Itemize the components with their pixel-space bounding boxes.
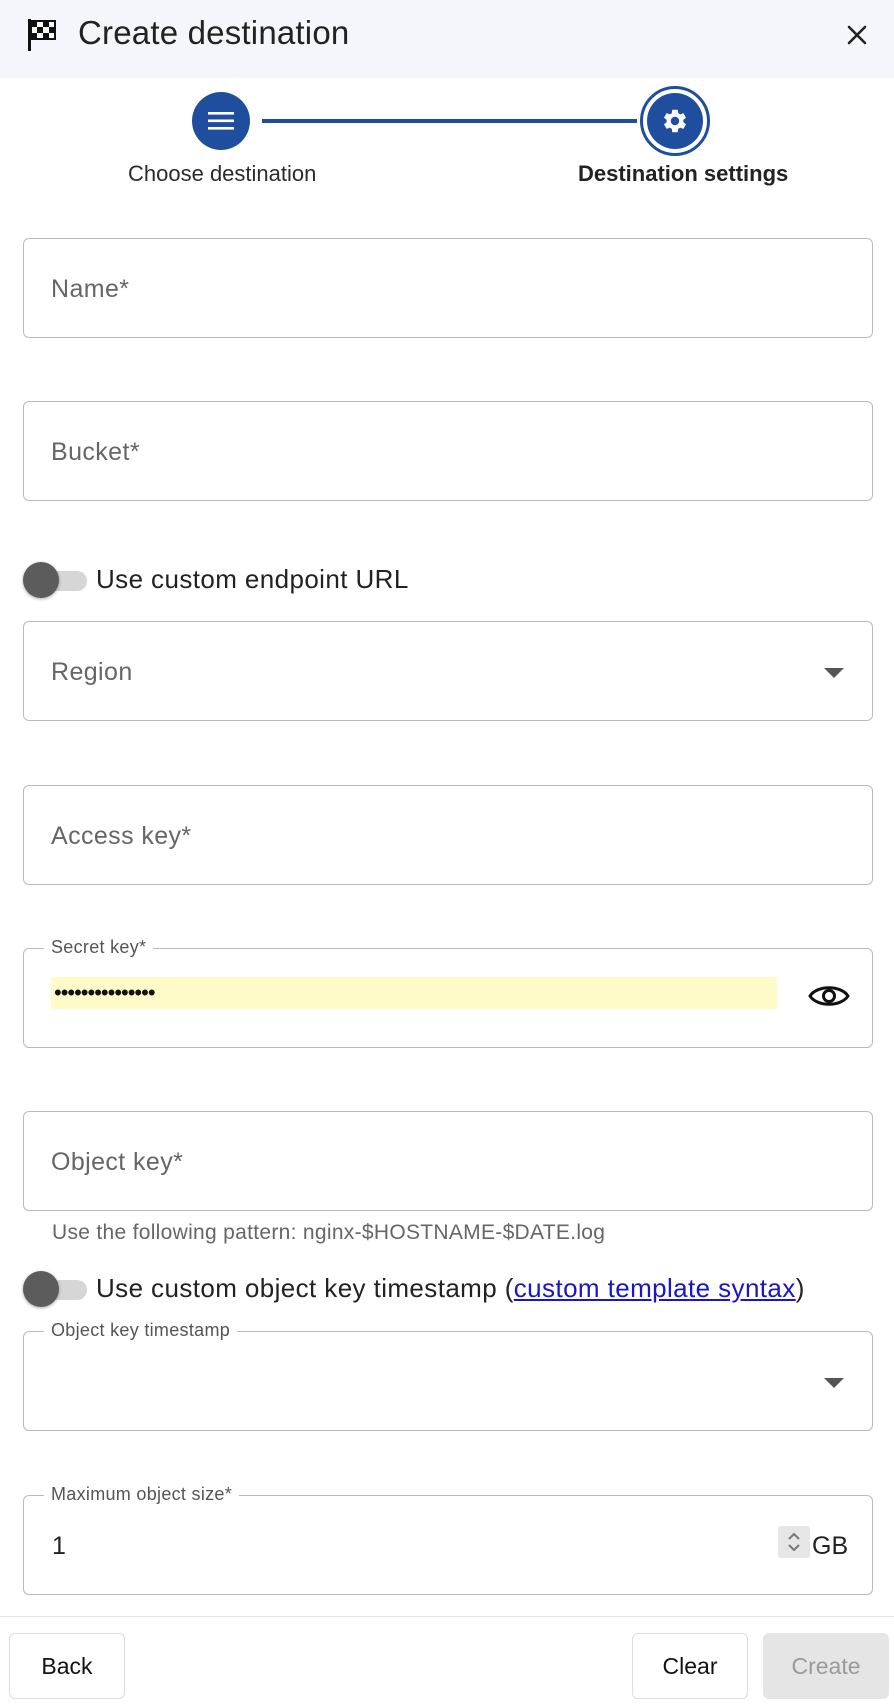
max-object-size-field[interactable]: Maximum object size* 1 GB [23,1484,873,1595]
chevron-down-icon [824,1378,844,1388]
secret-key-value[interactable]: ••••••••••••••• [54,977,156,1009]
custom-endpoint-label: Use custom endpoint URL [96,564,409,594]
chevron-down-icon [824,668,844,678]
object-key-timestamp-select[interactable]: Object key timestamp [23,1320,873,1431]
bucket-field[interactable]: Bucket* [23,401,873,501]
dialog-title: Create destination [78,14,350,51]
list-icon [208,112,234,130]
eye-icon[interactable] [808,981,850,1011]
custom-endpoint-toggle[interactable] [23,561,87,599]
custom-timestamp-toggle[interactable] [23,1270,87,1308]
object-key-placeholder: Object key* [51,1148,184,1176]
checkered-flag-icon [28,19,56,51]
step-destination-settings[interactable] [647,93,703,149]
max-object-size-unit: GB [812,1532,849,1560]
dialog-footer: Back Clear Create [0,1616,894,1708]
region-placeholder: Region [51,658,133,686]
object-key-field[interactable]: Object key* [23,1111,873,1211]
object-key-timestamp-label: Object key timestamp [44,1320,238,1341]
max-object-size-value[interactable]: 1 [52,1532,66,1561]
name-placeholder: Name* [51,275,130,303]
max-object-size-label: Maximum object size* [44,1484,240,1505]
secret-key-field[interactable]: Secret key* ••••••••••••••• [23,937,873,1048]
secret-key-autofill-highlight [51,977,777,1009]
dialog-header: Create destination [0,0,894,78]
number-spinner-icon[interactable] [778,1526,810,1558]
custom-timestamp-label-suffix: ) [795,1273,805,1303]
access-key-field[interactable]: Access key* [23,785,873,885]
step-label-choose-destination: Choose destination [128,161,317,186]
object-key-helper-text: Use the following pattern: nginx-$HOSTNA… [52,1221,606,1244]
custom-template-syntax-link[interactable]: custom template syntax [514,1273,796,1303]
secret-key-label: Secret key* [44,937,154,958]
custom-timestamp-label-prefix: Use custom object key timestamp ( [96,1273,514,1303]
access-key-placeholder: Access key* [51,822,192,850]
back-button[interactable]: Back [9,1633,125,1699]
region-select[interactable]: Region [23,621,873,721]
bucket-placeholder: Bucket* [51,438,140,466]
step-label-destination-settings: Destination settings [578,161,789,186]
create-button[interactable]: Create [763,1633,889,1699]
gear-icon [664,109,686,133]
clear-button[interactable]: Clear [632,1633,748,1699]
stepper-connector [262,119,637,123]
name-field[interactable]: Name* [23,238,873,338]
step-choose-destination[interactable] [192,92,250,150]
toggle-knob [23,562,59,598]
custom-timestamp-label: Use custom object key timestamp (custom … [96,1273,805,1304]
toggle-knob [23,1271,59,1307]
close-icon[interactable] [840,18,874,52]
